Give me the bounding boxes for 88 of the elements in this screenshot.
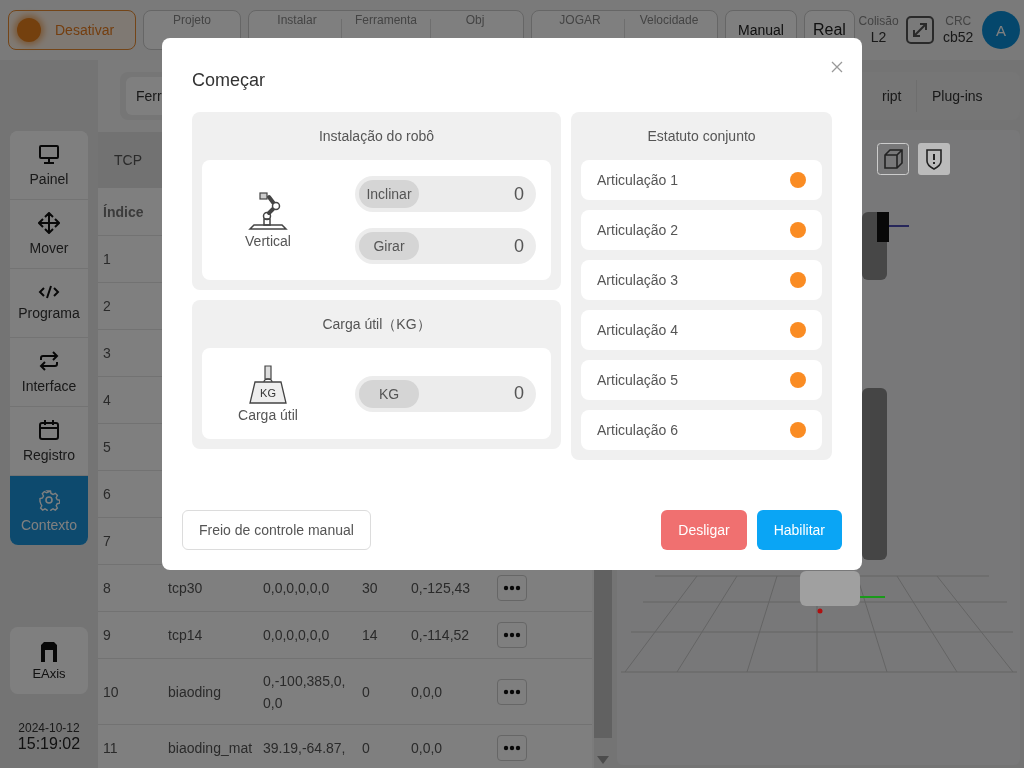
status-label: Ferramenta <box>355 13 417 27</box>
expand-icon[interactable] <box>906 16 935 44</box>
more-button[interactable] <box>497 575 527 601</box>
gear-icon <box>38 488 60 511</box>
shield-icon[interactable] <box>918 143 950 175</box>
status-label: Projeto <box>173 13 211 27</box>
nav-item[interactable]: Contexto <box>10 476 88 545</box>
table-cell-text: 0,0,0 <box>410 739 444 758</box>
eaxis-button[interactable]: EAxis <box>10 627 88 694</box>
table-cell-text: 6 <box>102 485 112 504</box>
number-field[interactable]: Inclinar 0 <box>355 176 536 212</box>
table-cell-text: 0 <box>361 682 371 702</box>
table-cell-text: 39.19,-64.87, <box>262 739 347 758</box>
status-label: JOGAR <box>559 13 601 27</box>
more-button[interactable] <box>497 622 527 648</box>
avatar[interactable]: A <box>982 11 1020 49</box>
mount-label: Vertical <box>245 233 291 249</box>
calendar-icon <box>38 419 60 441</box>
brake-button[interactable]: Freio de controle manual <box>182 510 371 550</box>
disable-button[interactable]: Desligar <box>661 510 747 550</box>
table-cell-text: biaoding <box>167 682 222 702</box>
table-cell-text: tcp14 <box>167 626 204 645</box>
table-cell-text: 0,-100,385,0,0,0 <box>262 671 347 713</box>
table-cell-text: 30 <box>361 579 379 598</box>
table-cell-text: tcp30 <box>167 579 204 598</box>
close-icon[interactable] <box>831 61 843 73</box>
status-label: Obj <box>465 13 485 27</box>
table-cell-text: 9 <box>102 626 112 645</box>
dots-icon <box>503 688 521 695</box>
joint-name: Articulação 3 <box>597 272 678 288</box>
tab[interactable]: TCP <box>98 152 158 168</box>
table-cell-text: 2 <box>102 297 112 316</box>
cube-icon[interactable] <box>877 143 909 175</box>
table-cell-text: 0,0,0 <box>410 682 444 702</box>
table-cell-text: 8 <box>102 579 112 598</box>
dialog-title: Começar <box>192 69 266 92</box>
tab[interactable]: ript <box>820 88 916 104</box>
code-icon <box>38 285 60 299</box>
card-title: Instalação do robô <box>318 127 435 146</box>
table-cell-text: 5 <box>102 438 112 457</box>
move-icon <box>38 212 60 234</box>
number-field[interactable]: Girar 0 <box>355 228 536 264</box>
table-cell-text: biaoding_mat <box>167 739 254 758</box>
card-title: Carga útil（KG） <box>322 315 431 334</box>
dots-icon <box>503 745 521 751</box>
dots-icon <box>503 585 521 591</box>
swap-icon <box>38 350 60 372</box>
table-cell-text: 0,-114,52 <box>410 626 471 645</box>
table-cell-text: 0,0,0,0,0,0 <box>262 626 331 645</box>
table-cell-text: 3 <box>102 344 112 363</box>
field-value: 0 <box>514 235 525 257</box>
field-value: 0 <box>514 383 525 404</box>
status-value: cb52 <box>943 28 974 46</box>
status-value: L2 <box>870 28 887 46</box>
status-label: Instalar <box>277 13 317 27</box>
date-text: 2024-10-12 <box>18 721 80 735</box>
table-cell-text: 10 <box>102 682 120 702</box>
dots-icon <box>503 632 521 638</box>
table-cell-text: 0,-125,43 <box>410 579 472 598</box>
joint-name: Articulação 6 <box>597 422 678 438</box>
joint-name: Articulação 4 <box>597 322 678 338</box>
field-value: 0 <box>514 183 525 205</box>
joint-name: Articulação 5 <box>597 372 678 388</box>
field-label: KG <box>359 379 419 408</box>
field-label: Girar <box>359 232 419 260</box>
table-cell-text: 7 <box>102 532 112 551</box>
payload-label: Carga útil <box>238 406 298 423</box>
joint-name: Articulação 2 <box>597 222 678 238</box>
field-label: Inclinar <box>359 180 419 208</box>
joint-name: Articulação 1 <box>597 172 678 188</box>
status-label: Velocidade <box>639 13 699 27</box>
column-header: Índice <box>102 202 145 222</box>
table-cell-text: 11 <box>102 739 119 758</box>
tab[interactable]: Plug-ins <box>916 88 1020 104</box>
table-cell-text: 0 <box>361 739 371 758</box>
table-cell-text: 0,0,0,0,0,0 <box>262 579 331 598</box>
table-cell-text: 14 <box>361 626 379 645</box>
more-button[interactable] <box>497 735 527 761</box>
table-cell-text: 4 <box>102 391 112 410</box>
time-text: 15:19:02 <box>17 735 81 753</box>
robot-arm-icon <box>248 191 288 231</box>
enable-button[interactable]: Habilitar <box>756 510 842 550</box>
monitor-icon <box>38 143 60 165</box>
card-title: Estatuto conjunto <box>647 127 756 146</box>
more-button[interactable] <box>497 678 527 705</box>
table-cell-text: 1 <box>102 250 112 269</box>
gantry-icon <box>39 640 59 663</box>
number-field[interactable]: KG 0 <box>355 375 536 412</box>
